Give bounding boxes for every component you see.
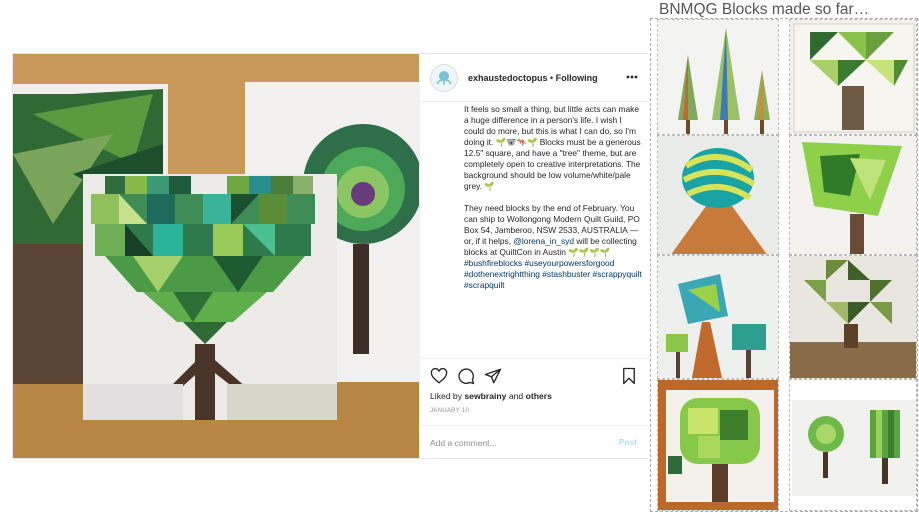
more-options-icon[interactable] xyxy=(625,70,639,84)
collage-tile-pinwheel-tree[interactable] xyxy=(789,19,917,135)
collage-tile-pinwheel-leaves[interactable] xyxy=(789,255,917,379)
caption-paragraph-1: It feels so small a thing, but little ac… xyxy=(464,104,641,191)
liked-by-and: and xyxy=(506,391,526,401)
comment-icon[interactable] xyxy=(457,367,477,387)
caption-paragraph-2: They need blocks by the end of February.… xyxy=(464,203,642,291)
post-caption: It feels so small a thing, but little ac… xyxy=(464,104,642,358)
post-photo-heart-tree-quilt[interactable] xyxy=(13,54,419,458)
triangle-trees-image xyxy=(658,20,778,134)
more-dots-glyph xyxy=(626,75,638,79)
pinwheel-leaves-image xyxy=(790,256,916,378)
collage-tile-triangle-trees[interactable] xyxy=(657,19,779,135)
header-separator: • xyxy=(547,72,556,83)
blocks-collage-grid xyxy=(650,18,918,512)
liked-by-others-link[interactable]: others xyxy=(526,391,552,401)
wood-tree-image xyxy=(658,380,778,510)
collage-tile-wood-tree[interactable] xyxy=(657,379,779,511)
instagram-post: exhaustedoctopus • Following It feels so… xyxy=(12,53,649,459)
collage-tile-two-trees[interactable] xyxy=(789,379,917,511)
abstract-tree-image xyxy=(790,136,916,254)
hashtag-links[interactable]: #bushfireblocks #useyourpowersforgood #d… xyxy=(464,258,642,290)
post-comment-button[interactable]: Post xyxy=(619,437,637,447)
post-header: exhaustedoctopus • Following xyxy=(420,54,649,102)
collage-tile-three-trees[interactable] xyxy=(657,255,779,379)
username-link[interactable]: exhaustedoctopus xyxy=(468,73,548,83)
two-trees-image xyxy=(790,380,916,510)
share-icon[interactable] xyxy=(484,367,504,387)
comment-input[interactable] xyxy=(430,435,600,451)
liked-by-user-link[interactable]: sewbrainy xyxy=(464,391,506,401)
action-icon-row xyxy=(430,367,640,387)
post-actions: Liked by sewbrainy and others JANUARY 10… xyxy=(420,358,649,458)
liked-by-prefix: Liked by xyxy=(430,391,465,401)
pinwheel-tree-image xyxy=(790,20,916,134)
avatar[interactable] xyxy=(430,63,458,92)
comment-box: Post xyxy=(420,425,649,459)
mention-link[interactable]: @lorena_in_syd xyxy=(513,236,574,246)
collage-tile-abstract-tree[interactable] xyxy=(789,135,917,255)
octopus-avatar-icon xyxy=(436,70,452,85)
collage-tile-round-tree[interactable] xyxy=(657,135,779,255)
collage-title: BNMQG Blocks made so far… xyxy=(659,1,870,18)
header-text: exhaustedoctopus • Following xyxy=(468,73,598,83)
quilt-photo-illustration xyxy=(13,54,419,458)
post-date: JANUARY 10 xyxy=(430,408,470,414)
round-tree-image xyxy=(658,136,778,254)
post-sidebar: exhaustedoctopus • Following It feels so… xyxy=(419,54,649,458)
three-trees-image xyxy=(658,256,778,378)
bookmark-icon[interactable] xyxy=(620,367,640,387)
heart-icon[interactable] xyxy=(430,367,450,387)
likes-line: Liked by sewbrainy and others xyxy=(430,391,552,401)
following-button[interactable]: Following xyxy=(556,73,598,83)
